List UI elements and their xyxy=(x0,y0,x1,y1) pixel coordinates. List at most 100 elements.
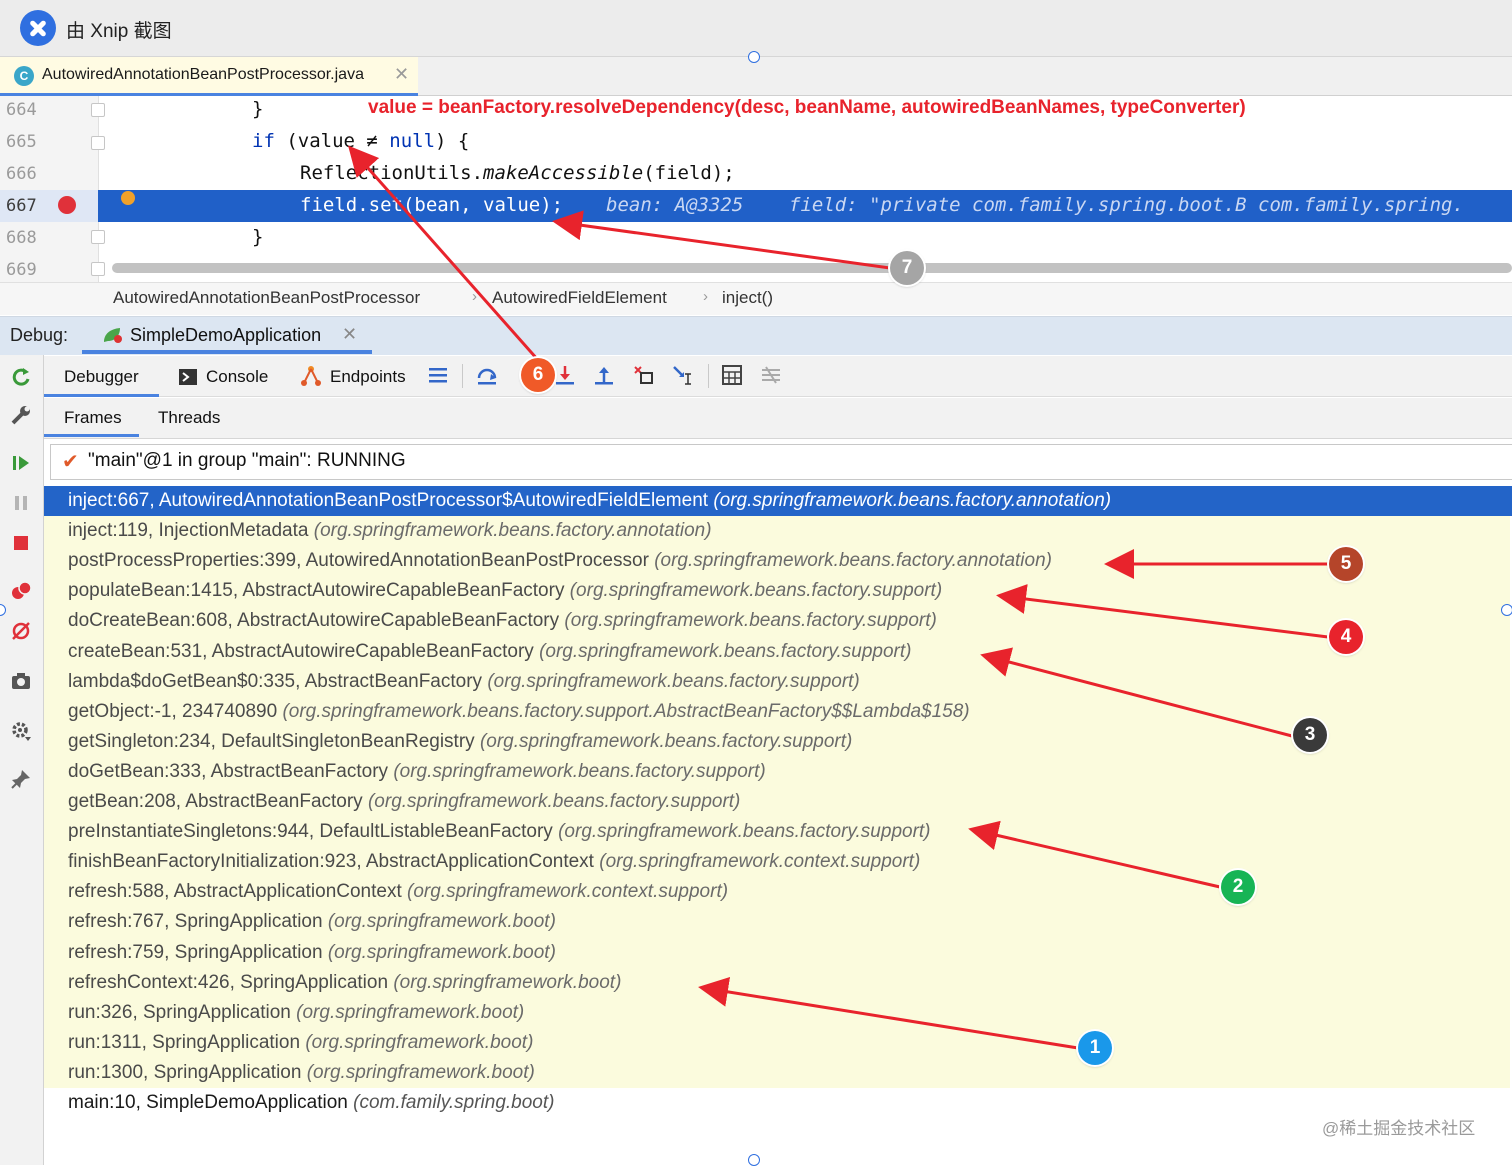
run-config-tab[interactable]: SimpleDemoApplication xyxy=(130,325,321,346)
stack-frame-row[interactable]: run:1300, SpringApplication (org.springf… xyxy=(68,1062,535,1084)
toolbar-separator xyxy=(462,364,463,388)
tab-console[interactable]: Console xyxy=(206,367,268,387)
line-number: 668 xyxy=(6,228,37,248)
tab-debugger[interactable]: Debugger xyxy=(64,367,139,387)
stack-frame-row[interactable]: lambda$doGetBean$0:335, AbstractBeanFact… xyxy=(68,671,860,693)
view-breakpoints-icon[interactable] xyxy=(10,580,32,602)
code-line-664: } xyxy=(252,98,264,120)
endpoints-icon xyxy=(301,366,321,386)
frame-package: (org.springframework.context.support) xyxy=(407,881,729,903)
frames-list xyxy=(44,486,1510,1088)
fold-marker-icon[interactable] xyxy=(91,136,105,150)
force-step-into-icon[interactable] xyxy=(554,364,576,386)
frames-threads-tabs xyxy=(44,398,1512,439)
frame-package: (org.springframework.beans.factory.suppo… xyxy=(393,760,766,782)
stack-frame-row[interactable]: finishBeanFactoryInitialization:923, Abs… xyxy=(68,851,920,873)
frame-method: getBean:208, AbstractBeanFactory xyxy=(68,791,363,812)
callout-2: 2 xyxy=(1221,870,1255,904)
frame-package: (org.springframework.beans.factory.annot… xyxy=(654,550,1052,572)
code-line-665: if (value ≠ null) { xyxy=(252,130,469,152)
wrench-icon[interactable] xyxy=(10,404,32,426)
breadcrumb-item[interactable]: AutowiredFieldElement xyxy=(492,288,667,308)
frame-method: createBean:531, AbstractAutowireCapableB… xyxy=(68,640,534,662)
step-over-icon[interactable] xyxy=(476,364,498,386)
crop-handle[interactable] xyxy=(748,1154,760,1166)
frame-package: (org.springframework.boot) xyxy=(327,941,556,963)
stack-frame-row[interactable]: preInstantiateSingletons:944, DefaultLis… xyxy=(68,821,931,843)
tab-endpoints[interactable]: Endpoints xyxy=(330,367,406,387)
code-text: (field); xyxy=(643,162,735,184)
code-line-667: field.set(bean, value); xyxy=(300,194,564,216)
fold-marker-icon[interactable] xyxy=(91,262,105,276)
stack-frame-row[interactable]: inject:119, InjectionMetadata (org.sprin… xyxy=(68,520,712,542)
stack-frame-row[interactable]: refresh:588, AbstractApplicationContext … xyxy=(68,881,728,903)
breakpoint-icon[interactable] xyxy=(58,196,76,214)
camera-icon[interactable] xyxy=(10,670,32,692)
crop-handle[interactable] xyxy=(748,51,760,63)
mute-breakpoints-icon[interactable] xyxy=(10,620,32,642)
trace-current-stream-icon[interactable] xyxy=(760,364,782,386)
keyword-null: null xyxy=(389,130,436,152)
evaluate-expression-icon[interactable] xyxy=(721,364,743,386)
run-to-cursor-icon[interactable] xyxy=(671,364,693,386)
breadcrumb-item[interactable]: inject() xyxy=(722,288,773,308)
fold-marker-icon[interactable] xyxy=(91,103,105,117)
stack-frame-row[interactable]: refresh:759, SpringApplication (org.spri… xyxy=(68,942,556,964)
frame-package: (org.springframework.beans.factory.suppo… xyxy=(367,791,741,812)
stack-frame-row[interactable]: doGetBean:333, AbstractBeanFactory (org.… xyxy=(68,761,766,783)
editor-tab-label[interactable]: AutowiredAnnotationBeanPostProcessor.jav… xyxy=(42,66,364,84)
frame-method: getSingleton:234, DefaultSingletonBeanRe… xyxy=(68,730,475,752)
frame-package: (org.springframework.boot) xyxy=(393,971,622,993)
close-tab-icon[interactable]: ✕ xyxy=(394,64,409,85)
stack-frame-row[interactable]: populateBean:1415, AbstractAutowireCapab… xyxy=(68,580,942,602)
stack-frame-row[interactable]: postProcessProperties:399, AutowiredAnno… xyxy=(68,550,1052,572)
frame-method: doCreateBean:608, AbstractAutowireCapabl… xyxy=(68,610,560,632)
frame-package: (org.springframework.beans.factory.suppo… xyxy=(479,730,853,752)
watermark: @稀土掘金技术社区 xyxy=(1322,1119,1476,1138)
horizontal-scrollbar[interactable] xyxy=(112,263,1512,273)
stack-frame-row[interactable]: inject:667, AutowiredAnnotationBeanPostP… xyxy=(68,490,1111,512)
frame-package: (org.springframework.boot) xyxy=(306,1061,535,1083)
code-line-666: ReflectionUtils.makeAccessible(field); xyxy=(300,162,735,184)
crop-handle[interactable] xyxy=(1501,604,1512,616)
pin-icon[interactable] xyxy=(10,768,32,790)
stack-frame-row[interactable]: getBean:208, AbstractBeanFactory (org.sp… xyxy=(68,791,740,813)
frame-method: populateBean:1415, AbstractAutowireCapab… xyxy=(68,580,565,602)
frame-method: refresh:588, AbstractApplicationContext xyxy=(68,881,402,903)
step-out-icon[interactable] xyxy=(593,364,615,386)
line-number: 665 xyxy=(6,132,37,152)
drop-frame-icon[interactable] xyxy=(632,364,654,386)
settings-gear-icon[interactable] xyxy=(10,720,32,742)
stack-frame-row[interactable]: refresh:767, SpringApplication (org.spri… xyxy=(68,911,556,933)
debug-label: Debug: xyxy=(10,325,69,345)
close-run-tab-icon[interactable]: ✕ xyxy=(342,324,357,345)
editor-gutter xyxy=(0,96,99,282)
frame-package: (org.springframework.boot) xyxy=(305,1031,534,1053)
stack-frame-row[interactable]: createBean:531, AbstractAutowireCapableB… xyxy=(68,641,911,663)
code-method: makeAccessible xyxy=(483,162,644,184)
code-text: ) { xyxy=(435,130,470,152)
stack-frame-row[interactable]: refreshContext:426, SpringApplication (o… xyxy=(68,972,621,994)
breadcrumb-item[interactable]: AutowiredAnnotationBeanPostProcessor xyxy=(113,288,420,308)
stack-frame-row[interactable]: main:10, SimpleDemoApplication (com.fami… xyxy=(68,1092,554,1114)
stack-frame-row[interactable]: getSingleton:234, DefaultSingletonBeanRe… xyxy=(68,731,852,753)
frame-package: (com.family.spring.boot) xyxy=(353,1092,555,1113)
frame-method: getObject:-1, 234740890 xyxy=(68,700,278,722)
frame-method: doGetBean:333, AbstractBeanFactory xyxy=(68,760,389,782)
frame-method: refreshContext:426, SpringApplication xyxy=(68,971,389,993)
show-execution-point-icon[interactable] xyxy=(427,364,449,386)
pause-icon[interactable] xyxy=(10,492,32,514)
intention-bulb-icon[interactable] xyxy=(121,191,135,205)
stack-frame-row[interactable]: getObject:-1, 234740890 (org.springframe… xyxy=(68,701,970,723)
rerun-icon[interactable] xyxy=(10,366,32,388)
stack-frame-row[interactable]: run:326, SpringApplication (org.springfr… xyxy=(68,1002,524,1024)
stop-icon[interactable] xyxy=(10,532,32,554)
tab-frames[interactable]: Frames xyxy=(64,408,122,428)
tab-threads[interactable]: Threads xyxy=(158,408,220,428)
resume-icon[interactable] xyxy=(10,452,32,474)
stack-frame-row[interactable]: run:1311, SpringApplication (org.springf… xyxy=(68,1032,533,1054)
stack-frame-row[interactable]: doCreateBean:608, AbstractAutowireCapabl… xyxy=(68,610,937,632)
frame-package: (org.springframework.beans.factory.suppo… xyxy=(539,640,912,662)
fold-marker-icon[interactable] xyxy=(91,230,105,244)
frame-package: (org.springframework.boot) xyxy=(296,1001,525,1023)
